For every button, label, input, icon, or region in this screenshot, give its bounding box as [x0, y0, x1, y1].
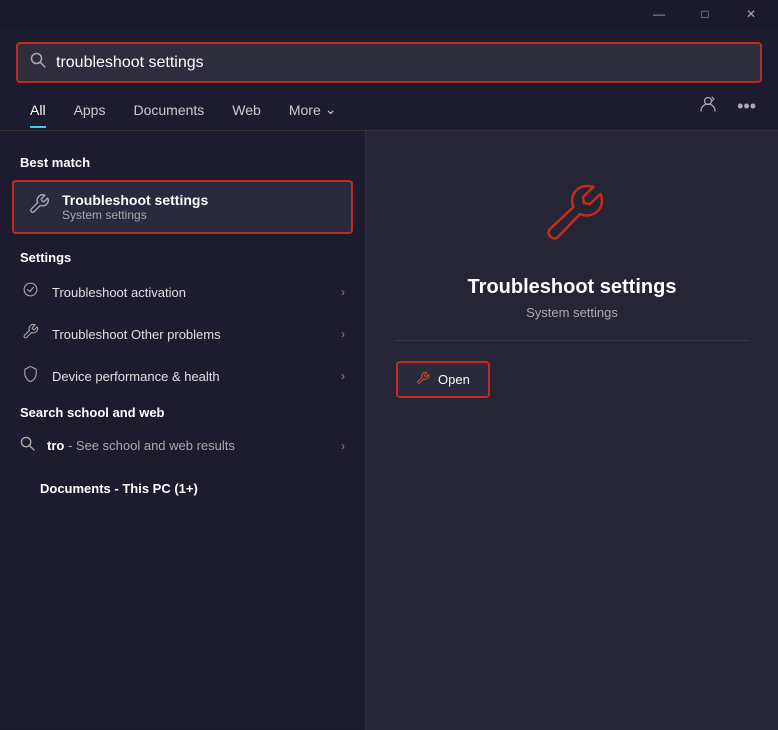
left-panel: Best match Troubleshoot settings System … [0, 131, 365, 730]
profile-icon[interactable] [693, 93, 723, 120]
best-match-icon [28, 193, 50, 221]
search-icon [30, 52, 46, 73]
more-options-icon[interactable]: ••• [731, 94, 762, 119]
best-match-label: Best match [0, 147, 365, 176]
right-panel-divider [396, 340, 748, 341]
list-item-troubleshoot-other[interactable]: Troubleshoot Other problems › [0, 313, 365, 355]
list-item-troubleshoot-activation[interactable]: Troubleshoot activation › [0, 271, 365, 313]
chevron-right-icon-3: › [341, 369, 345, 383]
open-button[interactable]: Open [396, 361, 490, 398]
documents-section: Documents - This PC (1+) [0, 465, 365, 506]
tab-web[interactable]: Web [218, 96, 275, 128]
search-web-query: tro [47, 438, 64, 453]
circle-check-icon [20, 281, 40, 303]
open-button-label: Open [438, 372, 470, 387]
list-item-device-performance[interactable]: Device performance & health › [0, 355, 365, 397]
tabs-bar: All Apps Documents Web More ⌄ ••• [0, 83, 778, 131]
maximize-button[interactable]: □ [682, 0, 728, 28]
right-panel-title: Troubleshoot settings [468, 276, 677, 299]
minimize-button[interactable]: — [636, 0, 682, 28]
tab-all[interactable]: All [16, 96, 60, 128]
search-input[interactable] [56, 54, 748, 72]
right-panel-icon-area [532, 171, 612, 256]
titlebar: — □ ✕ [0, 0, 778, 28]
settings-section-label: Settings [0, 242, 365, 271]
tab-documents[interactable]: Documents [119, 96, 218, 128]
shield-icon [20, 365, 40, 387]
device-performance-label: Device performance & health [52, 369, 329, 384]
troubleshoot-activation-label: Troubleshoot activation [52, 285, 329, 300]
search-window: — □ ✕ All Apps Documents Web More ⌄ [0, 0, 778, 727]
search-bar[interactable] [16, 42, 762, 83]
wrench-icon-small [20, 323, 40, 345]
best-match-item[interactable]: Troubleshoot settings System settings [12, 180, 353, 234]
troubleshoot-other-label: Troubleshoot Other problems [52, 327, 329, 342]
documents-label: Documents - This PC (1+) [20, 473, 345, 502]
best-match-text: Troubleshoot settings System settings [62, 192, 337, 222]
best-match-title: Troubleshoot settings [62, 192, 337, 208]
chevron-right-icon-2: › [341, 327, 345, 341]
right-panel-subtitle: System settings [526, 305, 618, 320]
best-match-subtitle: System settings [62, 208, 337, 222]
settings-section: Settings Troubleshoot activation › [0, 242, 365, 397]
right-panel: Troubleshoot settings System settings Op… [365, 131, 778, 730]
close-button[interactable]: ✕ [728, 0, 774, 28]
wrench-large-icon [532, 171, 612, 251]
content-area: Best match Troubleshoot settings System … [0, 131, 778, 730]
search-web-section-label: Search school and web [0, 397, 365, 426]
tab-apps[interactable]: Apps [60, 96, 120, 128]
tabs-right-actions: ••• [693, 93, 762, 130]
search-web-text: tro - See school and web results [47, 438, 235, 453]
open-icon [416, 371, 430, 388]
search-web-item[interactable]: tro - See school and web results › [0, 426, 365, 465]
search-web-icon [20, 436, 35, 455]
search-web-suffix-text: - See school and web results [68, 438, 235, 453]
tab-more[interactable]: More ⌄ [275, 95, 351, 128]
chevron-right-icon-1: › [341, 285, 345, 299]
chevron-right-icon-4: › [341, 439, 345, 453]
